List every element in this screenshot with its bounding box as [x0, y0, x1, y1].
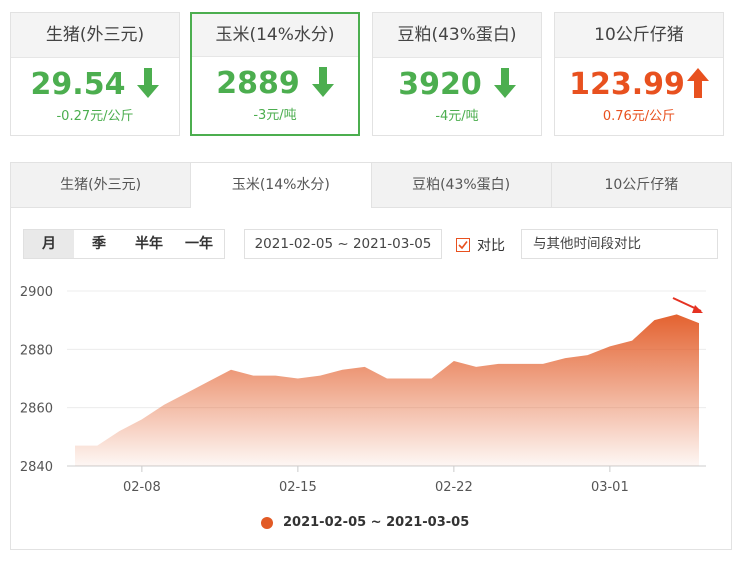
x-tick-label: 02-22 — [435, 480, 473, 495]
arrow-down-icon — [493, 67, 516, 98]
x-tick-label: 03-01 — [591, 480, 629, 495]
legend-dot — [261, 516, 273, 529]
card-title: 10公斤仔猪 — [555, 13, 723, 58]
arrow-up-icon — [686, 67, 709, 98]
card-value: 123.99 — [569, 67, 685, 102]
y-tick-label: 2860 — [20, 402, 53, 417]
card-title: 玉米(14%水分) — [192, 14, 358, 57]
card-value-row: 123.99 — [555, 67, 723, 103]
card-value-row: 3920 — [373, 67, 541, 103]
card-value-row: 29.54 — [11, 67, 179, 103]
card-change: -0.27元/公斤 — [56, 109, 134, 124]
series-area — [75, 314, 699, 466]
card-value: 29.54 — [30, 67, 126, 102]
card-title: 豆粕(43%蛋白) — [373, 13, 541, 58]
card-corn[interactable]: 玉米(14%水分) 2889 -3元/吨 — [190, 12, 360, 136]
y-tick-label: 2840 — [20, 460, 53, 475]
card-soymeal[interactable]: 豆粕(43%蛋白) 3920 -4元/吨 — [372, 12, 542, 136]
card-title: 生猪(外三元) — [11, 13, 179, 58]
card-value: 2889 — [216, 66, 300, 101]
x-tick-label: 02-08 — [123, 480, 161, 495]
card-change: -4元/吨 — [435, 109, 479, 124]
x-tick-label: 02-15 — [279, 480, 317, 495]
price-area-chart: 2840 2860 2880 2900 02-08 02-15 02-22 03-01 — [20, 285, 706, 495]
latest-point-arrow-icon — [672, 297, 703, 313]
card-piglet[interactable]: 10公斤仔猪 123.99 0.76元/公斤 — [554, 12, 724, 136]
y-tick-label: 2880 — [20, 343, 53, 358]
card-pig[interactable]: 生猪(外三元) 29.54 -0.27元/公斤 — [10, 12, 180, 136]
card-value: 3920 — [398, 67, 482, 102]
price-trend-panel: 生猪(外三元) 玉米(14%水分) 豆粕(43%蛋白) 10公斤仔猪 月 季 半… — [10, 162, 732, 550]
card-change: -3元/吨 — [253, 108, 297, 123]
y-tick-label: 2900 — [20, 285, 53, 300]
arrow-down-icon — [311, 66, 334, 97]
chart-legend[interactable]: 2021-02-05 ~ 2021-03-05 — [261, 515, 469, 530]
legend-label: 2021-02-05 ~ 2021-03-05 — [283, 515, 470, 530]
card-change: 0.76元/公斤 — [602, 109, 676, 124]
card-value-row: 2889 — [192, 66, 358, 102]
arrow-down-icon — [137, 67, 160, 98]
